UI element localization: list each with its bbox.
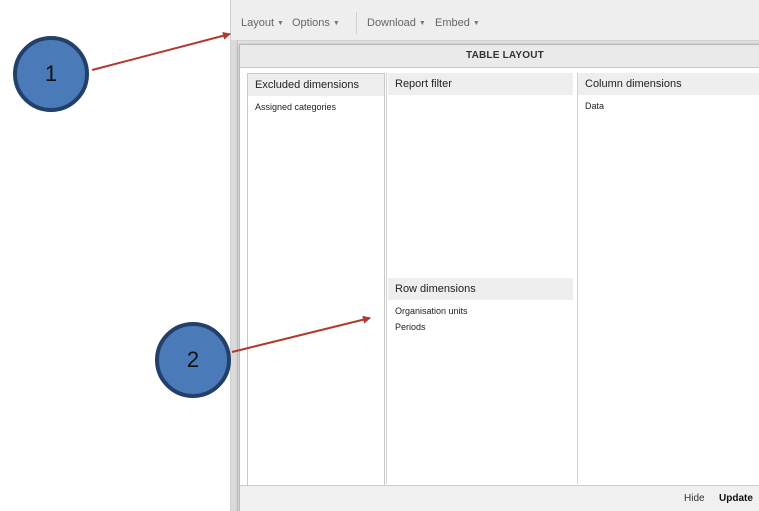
callout-1: 1 <box>13 36 89 112</box>
arrow-1 <box>91 31 231 71</box>
arrow-2 <box>231 315 371 353</box>
callout-2: 2 <box>155 322 231 398</box>
annotation-arrows <box>91 31 371 353</box>
